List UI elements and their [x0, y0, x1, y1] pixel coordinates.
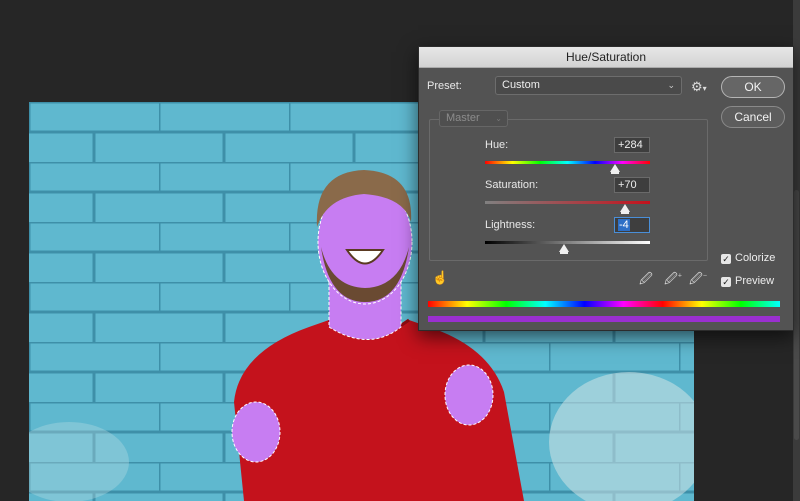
lightness-value: -4: [618, 219, 630, 231]
saturation-value: +70: [618, 179, 637, 191]
lightness-input[interactable]: -4: [614, 217, 650, 233]
cancel-button[interactable]: Cancel: [721, 106, 785, 128]
lightness-slider-thumb[interactable]: [559, 244, 570, 254]
colorize-checkbox[interactable]: ✓: [721, 254, 731, 264]
hue-slider-thumb[interactable]: [610, 164, 621, 174]
channel-select[interactable]: Master ⌄: [439, 110, 508, 127]
saturation-input[interactable]: +70: [614, 177, 650, 193]
dialog-title[interactable]: Hue/Saturation: [419, 47, 793, 68]
preset-label: Preset:: [427, 80, 462, 92]
ok-button[interactable]: OK: [721, 76, 785, 98]
gear-icon[interactable]: ⚙▾: [691, 79, 707, 95]
chevron-down-icon: ⌄: [495, 114, 502, 123]
adjustment-group: [429, 119, 708, 261]
hue-label: Hue:: [485, 139, 509, 151]
chevron-down-icon: ⌄: [667, 80, 675, 90]
hue-input[interactable]: +284: [614, 137, 650, 153]
preview-label: Preview: [735, 275, 775, 287]
saturation-slider-thumb[interactable]: [620, 204, 631, 214]
hue-value: +284: [618, 139, 643, 151]
colorize-label: Colorize: [735, 252, 776, 264]
eyedropper-icon[interactable]: 🖉: [639, 270, 653, 292]
preset-value: Custom: [502, 79, 540, 91]
eyedropper-minus-icon[interactable]: 🖉−: [689, 270, 707, 292]
saturation-label: Saturation:: [485, 179, 539, 191]
preview-checkbox[interactable]: ✓: [721, 277, 731, 287]
hue-slider-track[interactable]: [485, 161, 650, 164]
eyedropper-plus-icon[interactable]: 🖉+: [664, 270, 682, 292]
preset-select[interactable]: Custom ⌄: [495, 76, 682, 95]
targeted-adjustment-icon[interactable]: ☝: [432, 270, 448, 286]
lightness-label: Lightness:: [485, 219, 536, 231]
output-spectrum-bar: [428, 316, 780, 322]
hue-saturation-dialog: Hue/Saturation Preset: Custom ⌄ ⚙▾ OK Ca…: [418, 46, 794, 331]
panel-edge: [793, 0, 800, 501]
channel-value: Master: [446, 112, 480, 124]
panel-scrollbar[interactable]: [794, 190, 799, 440]
input-spectrum-bar: [428, 301, 780, 307]
